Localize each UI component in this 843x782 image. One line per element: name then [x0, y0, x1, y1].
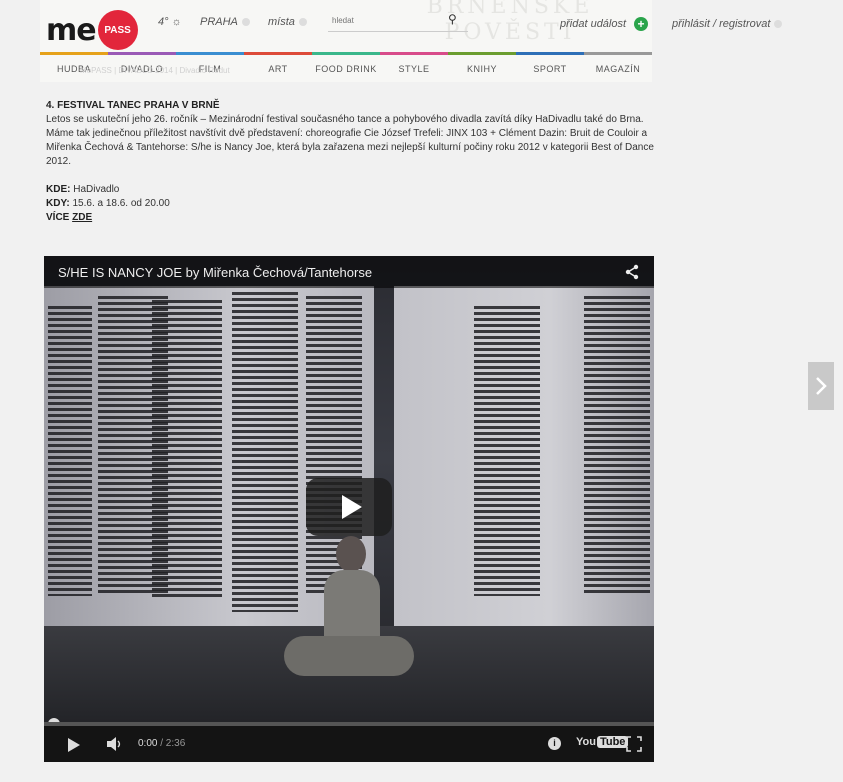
header-top-row: me PASS 4° ☼ PRAHA místa ⚲ přidat událos… — [40, 0, 652, 52]
info-icon[interactable]: i — [548, 737, 561, 750]
time-display: 0:00 / 2:36 — [138, 738, 185, 749]
temperature: 4° — [158, 16, 169, 28]
add-event-link[interactable]: přidat událost — [560, 18, 626, 30]
nav-item-magazin[interactable]: MAGAZÍN — [584, 52, 652, 82]
plus-icon[interactable]: + — [634, 17, 648, 31]
search-input[interactable] — [328, 10, 438, 31]
nav-item-sport[interactable]: SPORT — [516, 52, 584, 82]
city-label: PRAHA — [200, 16, 238, 28]
article-title: 4. FESTIVAL TANEC PRAHA V BRNĚ — [46, 100, 220, 111]
login-label: přihlásit / registrovat — [672, 18, 771, 30]
dropdown-dot-icon — [298, 18, 307, 27]
article: 4. FESTIVAL TANEC PRAHA V BRNĚ Letos se … — [46, 100, 654, 225]
search-icon[interactable]: ⚲ — [448, 12, 457, 26]
when-label: KDY: — [46, 198, 70, 209]
article-meta: KDE: HaDivadlo KDY: 15.6. a 18.6. od 20.… — [46, 183, 654, 225]
dancer-legs — [284, 636, 414, 676]
when-row: KDY: 15.6. a 18.6. od 20.00 — [46, 197, 654, 211]
site-header: BRNĚNSKÉ POVĚSTI me PASS 4° ☼ PRAHA míst… — [40, 0, 652, 82]
dropdown-dot-icon — [241, 18, 250, 27]
dancer-head — [336, 536, 366, 572]
header-overlay-caption: MePASS | DIVADLO 2014 | Divadlo Redut — [80, 66, 230, 75]
volume-icon[interactable] — [106, 736, 124, 752]
video-text-column — [48, 306, 92, 596]
more-label: VÍCE — [46, 212, 70, 223]
dropdown-dot-icon — [774, 20, 783, 29]
current-time: 0:00 — [138, 738, 158, 749]
youtube-logo-you: You — [576, 736, 596, 748]
login-link[interactable]: přihlásit / registrovat — [672, 18, 783, 30]
places-label: místa — [268, 16, 295, 28]
share-icon[interactable] — [624, 264, 640, 280]
logo-text: me — [46, 12, 97, 48]
more-link[interactable]: ZDE — [72, 212, 92, 223]
places-menu[interactable]: místa — [268, 16, 307, 28]
weather-icon: ☼ — [171, 16, 182, 28]
video-player[interactable]: S/HE IS NANCY JOE by Miřenka Čechová/Tan… — [44, 256, 654, 762]
logo[interactable]: me PASS — [46, 10, 138, 50]
big-play-button[interactable] — [306, 478, 392, 536]
play-icon[interactable] — [68, 738, 80, 752]
youtube-logo-tube: Tube — [596, 736, 629, 748]
youtube-logo[interactable]: You Tube — [576, 736, 629, 748]
city-selector[interactable]: PRAHA — [200, 16, 250, 28]
logo-badge: PASS — [97, 10, 138, 50]
video-text-column — [584, 296, 650, 596]
nav-item-knihy[interactable]: KNIHY — [448, 52, 516, 82]
progress-bar[interactable] — [44, 722, 654, 726]
chevron-right-icon — [816, 377, 827, 395]
nav-item-food-drink[interactable]: FOOD DRINK — [312, 52, 380, 82]
search-box: ⚲ — [328, 10, 468, 32]
nav-item-style[interactable]: STYLE — [380, 52, 448, 82]
video-text-column — [474, 306, 540, 596]
more-row: VÍCE ZDE — [46, 211, 654, 225]
play-icon — [342, 495, 362, 519]
where-row: KDE: HaDivadlo — [46, 183, 654, 197]
when-value: 15.6. a 18.6. od 20.00 — [72, 198, 170, 209]
fullscreen-icon[interactable] — [626, 736, 642, 752]
nav-item-art[interactable]: ART — [244, 52, 312, 82]
next-slide-button[interactable] — [808, 362, 834, 410]
video-title-bar: S/HE IS NANCY JOE by Miřenka Čechová/Tan… — [44, 256, 654, 288]
video-title[interactable]: S/HE IS NANCY JOE by Miřenka Čechová/Tan… — [58, 265, 372, 280]
video-dancer — [264, 526, 424, 716]
article-body: Letos se uskuteční jeho 26. ročník – Mez… — [46, 114, 654, 167]
where-label: KDE: — [46, 184, 71, 195]
video-text-column — [152, 300, 222, 600]
duration: / 2:36 — [160, 738, 186, 749]
video-controls: 0:00 / 2:36 i You Tube — [44, 722, 654, 762]
where-value: HaDivadlo — [73, 184, 120, 195]
weather-widget[interactable]: 4° ☼ — [158, 16, 182, 28]
